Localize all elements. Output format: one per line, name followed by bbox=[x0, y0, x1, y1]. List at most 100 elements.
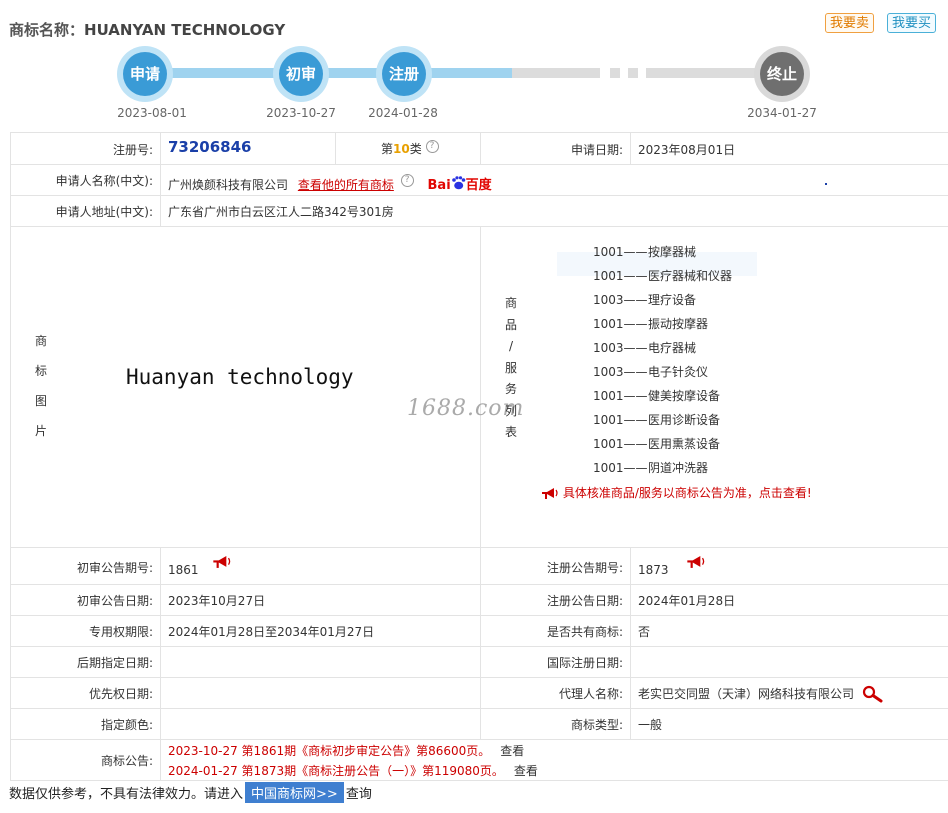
view-announcement-link[interactable]: 查看 bbox=[500, 744, 524, 758]
label-char: 服 bbox=[504, 360, 517, 375]
address-value: 广东省广州市白云区江人二路342号301房 bbox=[168, 205, 394, 219]
goods-code: 1003—— bbox=[593, 341, 648, 355]
priority-date-label: 优先权日期: bbox=[88, 687, 153, 701]
label-char: 表 bbox=[504, 425, 517, 439]
reg-pub-date-value: 2024年01月28日 bbox=[638, 594, 736, 608]
disclaimer-suffix: 查询 bbox=[345, 787, 372, 802]
sell-button[interactable]: 我要卖 bbox=[825, 13, 875, 33]
goods-code: 1001—— bbox=[593, 389, 648, 403]
baidu-cn-text: 百度 bbox=[465, 178, 492, 193]
goods-name: 医用诊断设备 bbox=[648, 413, 721, 427]
prelim-no: 1861 bbox=[168, 563, 199, 577]
help-icon[interactable]: ? bbox=[425, 140, 439, 153]
reg-pub-no: 1873 bbox=[638, 563, 669, 577]
applicant-name: 广州焕颜科技有限公司 bbox=[168, 178, 289, 192]
goods-item: 1003——电疗器械 bbox=[593, 339, 696, 356]
agent-label: 代理人名称: bbox=[558, 687, 623, 701]
class-suffix: 类 bbox=[409, 142, 422, 156]
prelim-date-value: 2023年10月27日 bbox=[168, 594, 266, 608]
table-divider bbox=[480, 226, 481, 547]
goods-item: 1001——阴道冲洗器 bbox=[593, 459, 708, 476]
apply-date-label: 申请日期: bbox=[570, 143, 623, 157]
table-divider bbox=[10, 164, 948, 165]
help-icon[interactable]: ? bbox=[400, 174, 414, 187]
applicant-label: 申请人名称(中文): bbox=[55, 174, 153, 188]
baidu-search-link[interactable]: Bai 百度 bbox=[427, 176, 492, 193]
label-char: 标 bbox=[34, 364, 47, 378]
goods-item: 1001——医疗器械和仪器 bbox=[593, 267, 732, 284]
goods-name: 阴道冲洗器 bbox=[648, 461, 709, 475]
timeline-progress-pending bbox=[610, 68, 620, 78]
view-announcement-link[interactable]: 查看 bbox=[514, 764, 538, 778]
timeline-date: 2023-10-27 bbox=[266, 106, 336, 120]
view-all-trademarks-link[interactable]: 查看他的所有商标 bbox=[298, 178, 394, 192]
search-icon[interactable] bbox=[862, 685, 884, 703]
table-divider bbox=[10, 132, 948, 133]
goods-item: 1003——电子针灸仪 bbox=[593, 363, 708, 380]
table-divider bbox=[10, 584, 948, 585]
reg-pub-no-value: 1873 bbox=[638, 556, 706, 577]
timeline-step-prelim: 初审 bbox=[273, 46, 329, 102]
prelim-date-label: 初审公告日期: bbox=[76, 594, 153, 608]
class-value: 第10类 ? bbox=[381, 140, 439, 157]
goods-services-label: 商 品 / 服 务 列 表 bbox=[503, 293, 519, 444]
goods-code: 1001—— bbox=[593, 413, 648, 427]
label-char: 务 bbox=[504, 382, 517, 396]
announcement-item: 2024-01-27 第1873期《商标注册公告（一）》第119080页。 查看 bbox=[168, 762, 538, 779]
reg-pub-no-label: 注册公告期号: bbox=[546, 561, 623, 575]
timeline-progress-pending bbox=[628, 68, 638, 78]
table-divider bbox=[630, 547, 631, 739]
goods-code: 1001—— bbox=[593, 245, 648, 259]
goods-item: 1001——按摩器械 bbox=[593, 243, 696, 260]
label-char: 片 bbox=[34, 424, 47, 438]
label-char: 商 bbox=[34, 334, 47, 348]
label-char: 列 bbox=[504, 403, 517, 418]
goods-name: 医用熏蒸设备 bbox=[648, 437, 721, 451]
timeline-date: 2023-08-01 bbox=[117, 106, 187, 120]
baidu-logo-text: Bai bbox=[427, 178, 451, 193]
announcement-item: 2023-10-27 第1861期《商标初步审定公告》第86600页。 查看 bbox=[168, 742, 524, 759]
table-divider bbox=[10, 547, 948, 548]
goods-name: 电疗器械 bbox=[648, 341, 697, 355]
announcement-text: 2023-10-27 第1861期《商标初步审定公告》第86600页。 bbox=[168, 744, 491, 758]
disclaimer: 数据仅供参考，不具有法律效力。请进入 中国商标网>> 查询 bbox=[9, 782, 372, 803]
timeline-step-label: 申请 bbox=[123, 52, 167, 96]
reg-no-label: 注册号: bbox=[112, 143, 153, 157]
goods-code: 1001—— bbox=[593, 461, 648, 475]
timeline-step-label: 初审 bbox=[279, 52, 323, 96]
table-divider bbox=[10, 646, 948, 647]
table-divider bbox=[335, 132, 336, 164]
megaphone-icon bbox=[542, 487, 558, 499]
reg-no-value: 73206846 bbox=[168, 138, 252, 156]
type-value: 一般 bbox=[638, 718, 663, 732]
timeline-step-terminate: 终止 bbox=[754, 46, 810, 102]
table-divider bbox=[10, 615, 948, 616]
label-char: 图 bbox=[34, 394, 47, 408]
table-divider bbox=[10, 132, 11, 780]
megaphone-icon[interactable] bbox=[212, 556, 232, 569]
table-divider bbox=[10, 780, 948, 781]
buy-button[interactable]: 我要买 bbox=[887, 13, 937, 33]
trademark-image: Huanyan technology bbox=[126, 365, 354, 389]
table-divider bbox=[10, 739, 948, 740]
agent-name: 老实巴交同盟（天津）网络科技有限公司 bbox=[638, 687, 855, 701]
timeline-date: 2034-01-27 bbox=[747, 106, 817, 120]
megaphone-icon[interactable] bbox=[686, 556, 706, 569]
goods-code: 1003—— bbox=[593, 293, 648, 307]
class-number: 10 bbox=[393, 142, 410, 156]
class-prefix: 第 bbox=[381, 142, 394, 156]
shared-value: 否 bbox=[638, 625, 651, 639]
address-label: 申请人地址(中文): bbox=[55, 205, 153, 219]
exclusive-period-value: 2024年01月28日至2034年01月27日 bbox=[168, 625, 375, 639]
table-divider bbox=[10, 677, 948, 678]
goods-code: 1003—— bbox=[593, 365, 648, 379]
trademark-site-link[interactable]: 中国商标网>> bbox=[245, 782, 344, 803]
goods-note-link[interactable]: 具体核准商品/服务以商标公告为准，点击查看! bbox=[541, 484, 812, 501]
goods-item: 1003——理疗设备 bbox=[593, 291, 696, 308]
goods-item: 1001——振动按摩器 bbox=[593, 315, 708, 332]
exclusive-period-label: 专用权期限: bbox=[88, 625, 153, 639]
table-divider bbox=[10, 226, 948, 227]
timeline-step-register: 注册 bbox=[376, 46, 432, 102]
prelim-no-label: 初审公告期号: bbox=[76, 561, 153, 575]
timeline-step-label: 终止 bbox=[760, 52, 804, 96]
